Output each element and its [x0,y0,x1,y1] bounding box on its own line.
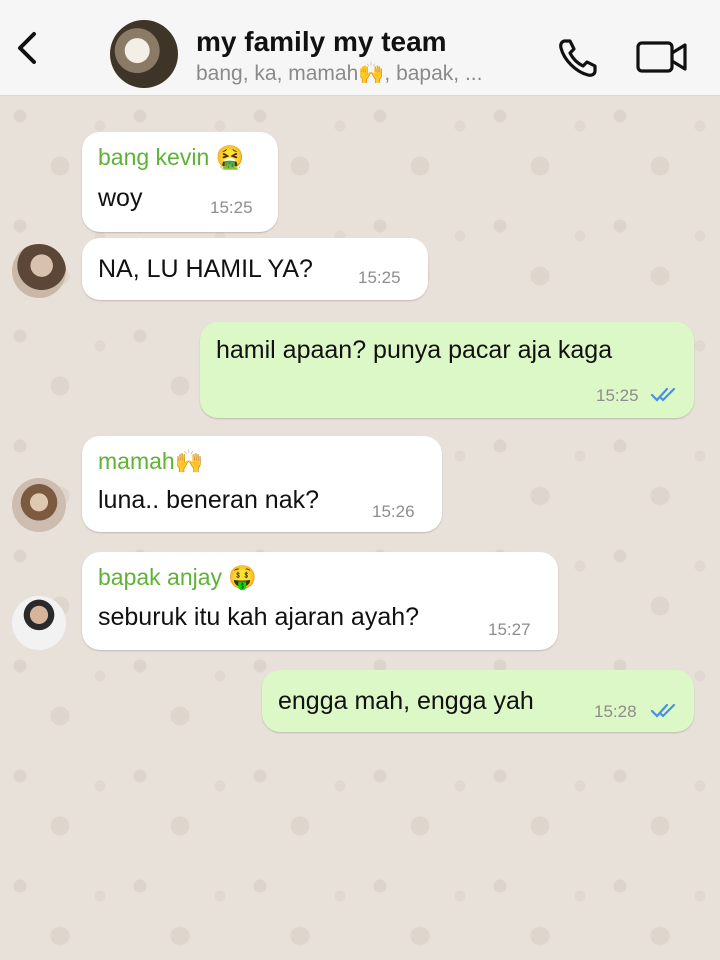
message-time: 15:25 [596,386,639,405]
message-time: 15:25 [358,268,401,287]
message-text: hamil apaan? punya pacar aja kaga [216,336,613,364]
group-title[interactable]: my family my team [196,26,447,58]
phone-icon [559,39,597,77]
video-camera-icon [636,41,687,73]
message-bubble-outgoing[interactable]: hamil apaan? punya pacar aja kaga 15:25 [200,322,694,418]
message-bubble-outgoing[interactable]: engga mah, engga yah 15:28 [262,670,694,732]
message-text: NA, LU HAMIL YA? [98,255,313,283]
group-members[interactable]: bang, ka, mamah🙌, bapak, ... [196,62,482,86]
message-time: 15:25 [210,198,253,217]
group-avatar[interactable] [110,20,178,88]
sender-name: mamah🙌 [98,448,204,474]
sender-avatar[interactable] [12,244,66,298]
message-text: engga mah, engga yah [278,687,534,715]
message-text: seburuk itu kah ajaran ayah? [98,603,420,631]
sender-avatar[interactable] [12,596,66,650]
message-text: woy [98,184,143,212]
sender-name: bang kevin 🤮 [98,144,245,170]
message-text: luna.. beneran nak? [98,486,320,514]
video-call-button[interactable] [636,38,688,76]
chevron-left-icon [18,32,36,64]
message-bubble-incoming[interactable]: mamah🙌 luna.. beneran nak? 15:26 [82,436,442,532]
message-bubble-incoming[interactable]: NA, LU HAMIL YA? 15:25 [82,238,428,300]
message-time: 15:26 [372,502,415,521]
message-bubble-incoming[interactable]: bapak anjay 🤑 seburuk itu kah ajaran aya… [82,552,558,650]
double-check-icon [650,703,676,718]
sender-avatar[interactable] [12,478,66,532]
chat-header: my family my team bang, ka, mamah🙌, bapa… [0,0,720,96]
message-bubble-incoming[interactable]: bang kevin 🤮 woy 15:25 [82,132,278,232]
message-time: 15:27 [488,620,531,639]
message-time: 15:28 [594,702,637,721]
double-check-icon [650,387,676,402]
voice-call-button[interactable] [556,36,600,80]
sender-name: bapak anjay 🤑 [98,564,258,590]
back-button[interactable] [10,28,46,68]
